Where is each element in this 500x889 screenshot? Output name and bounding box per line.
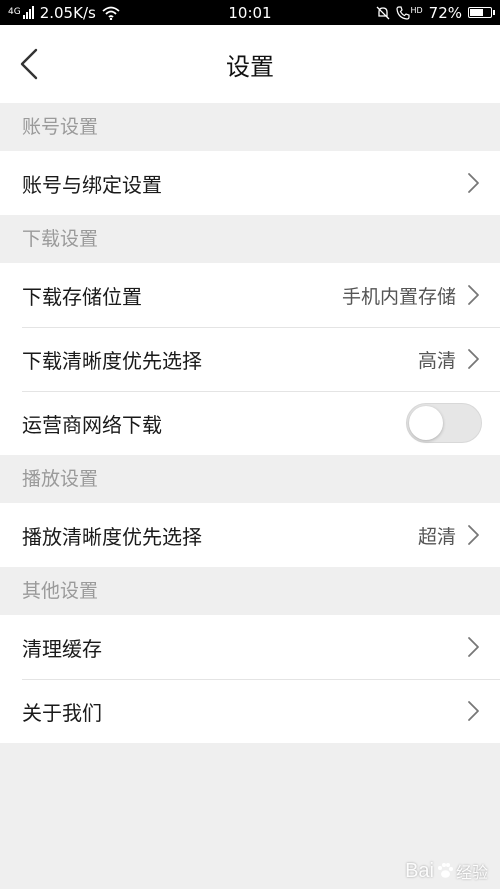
settings-list: 账号设置账号与绑定设置下载设置下载存储位置 手机内置存储下载清晰度优先选择 高清运营… bbox=[0, 103, 500, 743]
status-bar-left: 4G 2.05K/s bbox=[8, 4, 120, 22]
network-type: 4G bbox=[8, 6, 21, 17]
page-title: 设置 bbox=[226, 52, 274, 81]
settings-row-value: 高清 bbox=[417, 349, 456, 372]
watermark-text: Bai bbox=[405, 859, 434, 882]
settings-row-label: 运营商网络下载 bbox=[22, 412, 162, 437]
chevron-right-icon bbox=[468, 285, 479, 305]
watermark: Bai 经验 bbox=[405, 859, 488, 883]
settings-row[interactable]: 下载清晰度优先选择 高清 bbox=[0, 327, 500, 391]
network-download-toggle[interactable] bbox=[406, 403, 482, 443]
watermark-suffix: 经验 bbox=[455, 865, 488, 882]
chevron-right-icon bbox=[468, 637, 479, 657]
settings-row[interactable]: 播放清晰度优先选择 超清 bbox=[0, 503, 500, 567]
settings-row-label: 清理缓存 bbox=[22, 636, 102, 661]
section-header: 下载设置 bbox=[0, 215, 500, 263]
network-speed: 2.05K/s bbox=[39, 3, 96, 22]
status-bar-right: HD 72% bbox=[376, 3, 495, 22]
signal-icon bbox=[22, 6, 34, 19]
settings-row-label: 账号与绑定设置 bbox=[22, 172, 162, 197]
settings-row-value: 超清 bbox=[417, 525, 456, 548]
toggle-knob bbox=[409, 406, 443, 440]
chevron-right-icon bbox=[468, 349, 479, 369]
settings-row[interactable]: 关于我们 bbox=[0, 679, 500, 743]
status-bar: 4G 2.05K/s 10:01 HD 72% bbox=[0, 0, 500, 25]
settings-row[interactable]: 账号与绑定设置 bbox=[0, 151, 500, 215]
phone-icon bbox=[396, 5, 411, 20]
settings-row-label: 下载存储位置 bbox=[22, 284, 142, 309]
section-header: 其他设置 bbox=[0, 567, 500, 615]
battery-icon bbox=[468, 7, 495, 18]
chevron-right-icon bbox=[468, 701, 479, 721]
bell-mute-icon bbox=[377, 6, 390, 19]
section-header: 账号设置 bbox=[0, 103, 500, 151]
settings-row-value: 手机内置存储 bbox=[341, 285, 456, 308]
settings-row[interactable]: 清理缓存 bbox=[0, 615, 500, 679]
paw-icon bbox=[437, 863, 453, 878]
section-header: 播放设置 bbox=[0, 455, 500, 503]
chevron-right-icon bbox=[468, 173, 479, 193]
wifi-icon bbox=[102, 6, 120, 20]
hd-badge: HD bbox=[410, 5, 423, 15]
battery-percent: 72% bbox=[428, 3, 462, 22]
settings-row[interactable]: 运营商网络下载 bbox=[0, 391, 500, 455]
settings-row-label: 下载清晰度优先选择 bbox=[22, 348, 202, 373]
nav-bar: 设置 bbox=[0, 25, 500, 103]
settings-row-label: 关于我们 bbox=[22, 700, 102, 725]
settings-row[interactable]: 下载存储位置 手机内置存储 bbox=[0, 263, 500, 327]
chevron-right-icon bbox=[468, 525, 479, 545]
settings-row-label: 播放清晰度优先选择 bbox=[22, 524, 202, 549]
back-arrow-icon[interactable] bbox=[16, 47, 46, 81]
